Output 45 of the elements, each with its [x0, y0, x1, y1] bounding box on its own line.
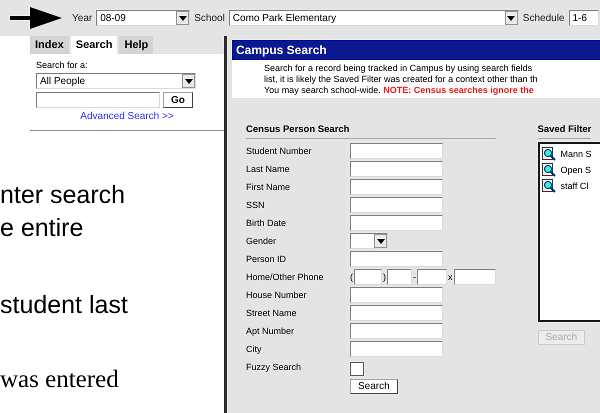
slide-text: student last [0, 291, 128, 319]
phone-separator: ( [350, 272, 353, 282]
search-button[interactable]: Search [350, 379, 398, 394]
tab[interactable]: Index [30, 36, 69, 54]
description-text: You may search school-wide. NOTE: Census searches ignore the [264, 85, 535, 96]
field-label: Street Name [246, 308, 298, 318]
phone-separator: ) [383, 272, 386, 282]
field-label: Fuzzy Search [246, 362, 302, 372]
search-type-select[interactable]: All People [36, 73, 196, 89]
year-label: Year [72, 12, 92, 24]
search-for-label: Search for a: [36, 60, 89, 70]
field-label: Birth Date [246, 218, 288, 228]
field-label: House Number [246, 290, 308, 300]
field-label: First Name [246, 182, 292, 192]
advanced-search-link[interactable]: Advanced Search >> [36, 111, 218, 122]
field-label: Person ID [246, 254, 288, 264]
field-label: City [246, 344, 262, 354]
saved-filter-item[interactable]: Open S [560, 165, 592, 175]
phone-separator: x [448, 272, 452, 282]
slide-text: nter search [0, 181, 126, 209]
tab[interactable]: Help [119, 36, 154, 54]
field-label: Apt Number [246, 326, 296, 336]
description-text: Search for a record being tracked in Campus by using search fields [264, 63, 534, 74]
description-text: list, it is likely the Saved Filter was created for a context other than th [264, 74, 539, 85]
tab[interactable]: Search [70, 36, 118, 54]
school-label: School [194, 12, 225, 24]
section-title: Saved Filter [538, 124, 592, 139]
field-label: Home/Other Phone [246, 272, 325, 282]
year-select[interactable]: 08-09 [96, 10, 190, 26]
field-label: Gender [246, 236, 278, 246]
slide-text: was entered [0, 366, 119, 394]
field-label: SSN [246, 200, 266, 210]
saved-filter-item[interactable]: staff Cl [560, 181, 588, 191]
school-select[interactable]: Como Park Elementary [228, 10, 519, 26]
slide-text: e entire [0, 214, 84, 242]
phone-separator: - [413, 272, 416, 282]
schedule-select[interactable]: 1-6 [568, 10, 598, 26]
field-label: Last Name [246, 164, 291, 174]
saved-filter-item[interactable]: Mann S [560, 149, 592, 159]
go-button[interactable]: Go [163, 92, 193, 108]
campus-search-header: Campus Search [232, 40, 600, 60]
field-label: Student Number [246, 146, 313, 156]
note-text: NOTE: Census searches ignore the [383, 85, 534, 95]
section-title: Census Person Search [246, 124, 496, 139]
schedule-label: Schedule [522, 12, 564, 24]
